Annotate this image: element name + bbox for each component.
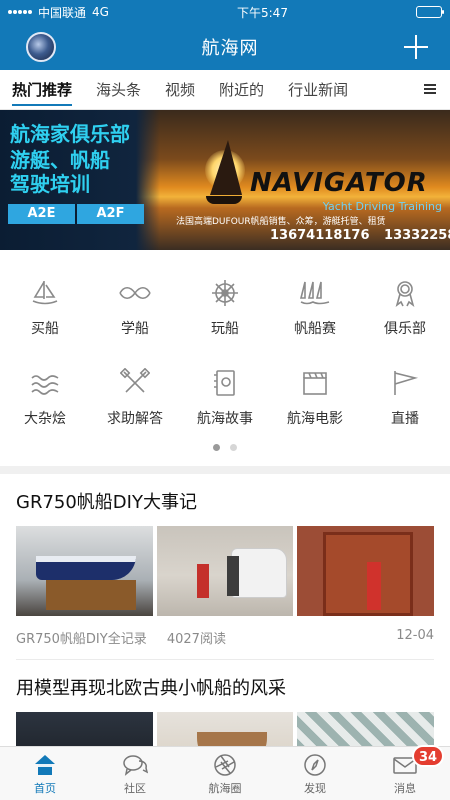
grid-label: 求助解答: [107, 411, 163, 427]
tab-hot-recommend[interactable]: 热门推荐: [12, 79, 73, 106]
compass-icon: [302, 752, 328, 778]
nav-discover[interactable]: 发现: [270, 747, 360, 800]
status-bar: 中国联通 4G 下午5:47: [0, 0, 450, 24]
nav-sailing-circle[interactable]: 航海圈: [180, 747, 270, 800]
nav-community[interactable]: 社区: [90, 747, 180, 800]
grid-label: 航海故事: [197, 411, 253, 427]
regatta-icon: [298, 276, 332, 310]
banner-title-line1: 航海家俱乐部: [10, 122, 130, 146]
article-image[interactable]: [16, 526, 153, 616]
grid-label: 玩船: [211, 321, 239, 337]
article-meta-left: GR750帆船DIY全记录 4027阅读: [16, 628, 226, 647]
banner-license-tags: A2E A2F: [8, 204, 144, 224]
page-dot[interactable]: [230, 444, 237, 451]
grid-label: 学船: [121, 321, 149, 337]
tab-industry-news[interactable]: 行业新闻: [288, 79, 348, 100]
section-separator: [0, 466, 450, 474]
article-source: GR750帆船DIY全记录: [16, 632, 147, 647]
clapperboard-icon: [298, 366, 332, 400]
grid-item-stories[interactable]: 航海故事: [180, 358, 270, 448]
award-ribbon-icon: [388, 276, 422, 310]
add-icon[interactable]: [404, 35, 428, 59]
nav-label: 发现: [304, 781, 326, 795]
grid-label: 航海电影: [287, 411, 343, 427]
article-card[interactable]: GR750帆船DIY大事记 GR750帆船DIY全记录 4027阅读 12-04: [0, 474, 450, 660]
status-left: 中国联通 4G: [8, 4, 109, 21]
grid-item-learn-boat[interactable]: 学船: [90, 268, 180, 358]
grid-label: 帆船赛: [294, 321, 336, 337]
app-header: 航海网: [0, 24, 450, 70]
banner-description: 法国高端DUFOUR帆船销售、众筹，游艇托管、租赁: [176, 217, 386, 227]
hull-graphic: [206, 196, 242, 204]
menu-icon[interactable]: [424, 84, 436, 94]
helm-wheel-icon: [208, 276, 242, 310]
tab-video[interactable]: 视频: [165, 79, 195, 100]
avatar[interactable]: [26, 32, 56, 62]
banner-phones: 13674118176 13332258991: [270, 228, 450, 243]
nav-messages[interactable]: 消息 34: [360, 745, 450, 800]
banner-brand-logo: NAVIGATOR: [250, 168, 428, 198]
nav-label: 航海圈: [208, 781, 242, 795]
grid-item-live[interactable]: 直播: [360, 358, 450, 448]
nav-label: 社区: [124, 781, 146, 795]
grid-label: 买船: [31, 321, 59, 337]
article-reads: 4027阅读: [166, 632, 226, 647]
book-icon: [208, 366, 242, 400]
carrier-name: 中国联通: [38, 5, 87, 20]
article-thumbnails: [0, 514, 450, 616]
bottom-nav: 首页 社区 航海圈 发现 消息 34: [0, 745, 450, 800]
sailboat-icon: [28, 276, 62, 310]
banner-title-line3: 驾驶培训: [10, 172, 90, 196]
article-meta: GR750帆船DIY全记录 4027阅读 12-04: [0, 616, 450, 647]
feature-grid: 买船 学船 玩船 帆船赛 俱乐部 大杂烩 求助解答 航海故事 航海电影 直播: [0, 250, 450, 448]
page-title: 航海网: [201, 38, 259, 59]
grid-item-club[interactable]: 俱乐部: [360, 268, 450, 358]
grid-label: 大杂烩: [24, 411, 66, 427]
grid-item-help[interactable]: 求助解答: [90, 358, 180, 448]
chat-bubbles-icon: [122, 752, 148, 778]
nav-label: 首页: [34, 781, 56, 795]
grid-label: 直播: [391, 411, 419, 427]
battery-icon: [416, 6, 444, 18]
crossed-oars-icon: [118, 366, 152, 400]
grid-label: 俱乐部: [384, 321, 426, 337]
unread-badge: 34: [412, 745, 445, 767]
grid-item-regatta[interactable]: 帆船赛: [270, 268, 360, 358]
sail-graphic: [210, 140, 242, 195]
knot-icon: [118, 276, 152, 310]
page-dot-active[interactable]: [213, 444, 220, 451]
category-tabs: 热门推荐 海头条 视频 附近的 行业新闻: [0, 70, 450, 110]
article-title[interactable]: 用模型再现北欧古典小帆船的风采: [0, 660, 450, 700]
banner-phone-2: 13332258991: [384, 228, 450, 243]
grid-item-buy-boat[interactable]: 买船: [0, 268, 90, 358]
tab-nearby[interactable]: 附近的: [219, 79, 264, 100]
waves-icon: [28, 366, 62, 400]
grid-item-movies[interactable]: 航海电影: [270, 358, 360, 448]
banner-tag-a2e: A2E: [27, 206, 56, 221]
banner-title-line2: 游艇、帆船: [10, 148, 110, 172]
status-time: 下午5:47: [237, 5, 288, 20]
banner-phone-1: 13674118176: [270, 228, 370, 243]
article-date: 12-04: [396, 628, 434, 643]
flag-icon: [388, 366, 422, 400]
promo-banner[interactable]: 航海家俱乐部 游艇、帆船 驾驶培训 A2E A2F NAVIGATOR Yach…: [0, 110, 450, 250]
tab-sea-headlines[interactable]: 海头条: [96, 79, 141, 100]
network-type: 4G: [92, 5, 109, 19]
article-image[interactable]: [297, 526, 435, 616]
banner-brand-subtitle: Yacht Driving Training: [322, 200, 442, 213]
top-bar: 中国联通 4G 下午5:47 航海网: [0, 0, 450, 70]
grid-item-play-boat[interactable]: 玩船: [180, 268, 270, 358]
article-image[interactable]: [156, 526, 294, 616]
signal-icon: [8, 10, 32, 14]
nav-label: 消息: [394, 781, 416, 795]
aperture-icon: [212, 752, 238, 778]
banner-tag-a2f: A2F: [75, 204, 144, 224]
grid-item-miscellany[interactable]: 大杂烩: [0, 358, 90, 448]
nav-home[interactable]: 首页: [0, 747, 90, 800]
article-title[interactable]: GR750帆船DIY大事记: [0, 474, 450, 514]
home-icon: [32, 752, 58, 778]
